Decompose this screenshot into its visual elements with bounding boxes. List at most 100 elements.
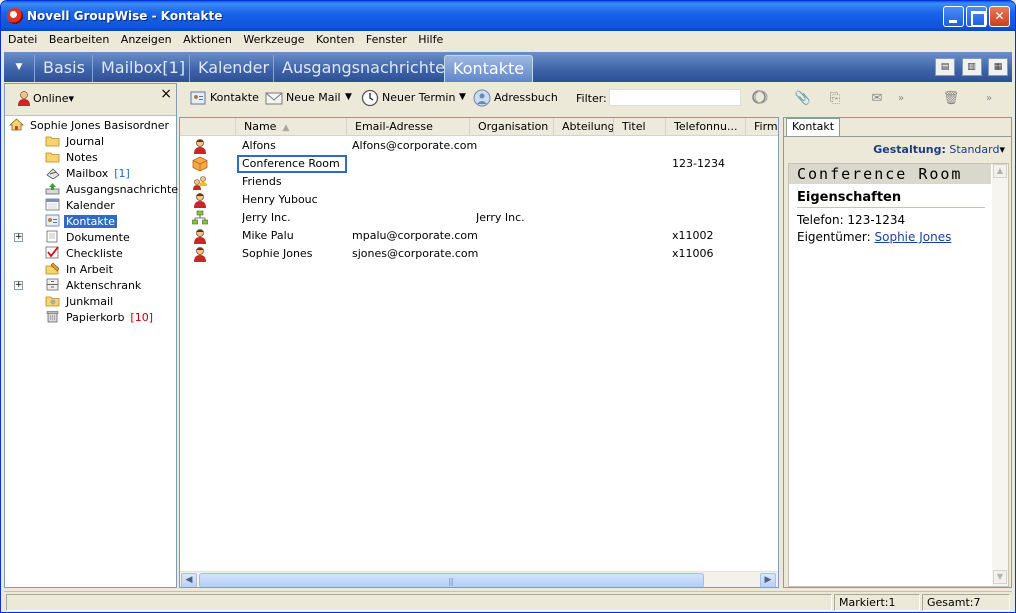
column-organisation[interactable]: Organisation <box>470 118 554 136</box>
preview-heading: Conference Room <box>789 164 991 184</box>
folder-item-mailbox[interactable]: Mailbox [1] <box>45 166 130 182</box>
folder-item-notes[interactable]: Notes <box>45 150 100 166</box>
column-icon[interactable] <box>180 118 236 136</box>
address-book-button[interactable]: Adressbuch <box>473 89 558 107</box>
folder-item-aktenschrank[interactable]: Aktenschrank <box>45 278 143 294</box>
cell-email: Alfons@corporate.com <box>352 139 478 152</box>
cell-phone: x11006 <box>672 247 714 260</box>
new-appointment-button[interactable]: Neuer Termin <box>361 89 455 107</box>
attach-icon[interactable]: 📎 <box>793 89 813 109</box>
minimize-button[interactable] <box>943 6 964 27</box>
tree-root-label: Sophie Jones Basisordner <box>30 119 170 132</box>
tree-root[interactable]: Sophie Jones Basisordner <box>9 118 171 134</box>
menu-konten[interactable]: Konten <box>312 31 358 46</box>
forward-icon[interactable]: ✉ <box>867 89 887 109</box>
person-icon <box>194 139 206 154</box>
expand-aktenschrank-icon[interactable]: + <box>14 281 23 290</box>
column-email[interactable]: Email-Adresse <box>347 118 470 136</box>
folder-item-journal[interactable]: Journal <box>45 134 106 150</box>
overflow-chevron-icon[interactable]: » <box>891 89 911 109</box>
column-company[interactable]: Firme <box>746 118 778 136</box>
tab-mailbox[interactable]: Mailbox[1] <box>92 55 193 82</box>
person-icon <box>194 229 206 244</box>
unread-count-badge: [1] <box>114 167 130 180</box>
online-mode-dropdown[interactable]: Online▾ <box>17 91 74 107</box>
view-tab-bar: ▼ Basis Mailbox[1] Kalender Ausgangsnach… <box>4 52 1012 82</box>
cell-name: Jerry Inc. <box>242 211 291 224</box>
contacts-button-label: Kontakte <box>210 91 259 104</box>
scrollbar-thumb[interactable]: ||| <box>199 573 704 587</box>
filter-input[interactable] <box>609 89 741 106</box>
scroll-up-icon[interactable]: ▲ <box>993 164 1007 178</box>
scroll-down-icon[interactable]: ▼ <box>993 570 1007 584</box>
layout-label: Gestaltung: <box>873 143 946 156</box>
column-name[interactable]: Name ▲ <box>236 118 347 136</box>
organization-icon <box>192 210 208 225</box>
menu-aktionen[interactable]: Aktionen <box>179 31 236 46</box>
table-row[interactable]: Sophie Jones sjones@corporate.com x11006 <box>180 245 778 263</box>
tab-ausgangsnachrichten[interactable]: Ausgangsnachrichten <box>273 55 463 82</box>
folder-item-checkliste[interactable]: Checkliste <box>45 246 125 262</box>
table-row[interactable]: Mike Palu mpalu@corporate.com x11002 <box>180 227 778 245</box>
cell-email: mpalu@corporate.com <box>352 229 478 242</box>
close-button[interactable]: ✕ <box>989 6 1010 27</box>
folder-panel-toolbar: Online▾ × <box>5 84 176 116</box>
folder-item-ausgangsnachrichten[interactable]: Ausgangsnachrichten <box>45 182 187 198</box>
contacts-button[interactable]: Kontakte <box>189 89 259 107</box>
table-row[interactable]: Henry Yubouc <box>180 191 778 209</box>
delete-icon[interactable]: 🗑 <box>941 89 961 109</box>
status-total: Gesamt:7 <box>922 594 1010 611</box>
new-mail-button[interactable]: Neue Mail <box>265 89 341 107</box>
new-mail-dropdown-icon[interactable]: ▼ <box>345 92 352 102</box>
tab-kontakt[interactable]: Kontakt <box>786 118 841 136</box>
layout-selector[interactable]: Gestaltung: Standard▾ <box>873 143 1005 156</box>
folder-label: In Arbeit <box>66 263 113 276</box>
menu-bearbeiten[interactable]: Bearbeiten <box>45 31 113 46</box>
folder-item-kontakte[interactable]: Kontakte <box>45 214 117 230</box>
attach-file-icon[interactable]: ⎘ <box>825 89 845 109</box>
menu-datei[interactable]: Datei <box>4 31 41 46</box>
folder-item-dokumente[interactable]: Dokumente <box>45 230 132 246</box>
new-appointment-dropdown-icon[interactable]: ▼ <box>459 92 466 102</box>
menu-fenster[interactable]: Fenster <box>362 31 411 46</box>
menu-anzeigen[interactable]: Anzeigen <box>117 31 176 46</box>
folder-item-kalender[interactable]: Kalender <box>45 198 117 214</box>
folder-panel: Online▾ × Sophie Jones Basisordner Journ… <box>4 83 185 588</box>
tab-menu-dropdown-icon[interactable]: ▼ <box>10 59 28 75</box>
column-title[interactable]: Titel <box>614 118 666 136</box>
preview-vertical-scrollbar[interactable]: ▲ ▼ <box>992 164 1008 586</box>
scroll-right-icon[interactable]: ▶ <box>760 573 776 587</box>
folder-label: Mailbox <box>66 167 109 180</box>
horizontal-scrollbar[interactable]: ◀ ||| ▶ <box>180 571 778 587</box>
close-panel-icon[interactable]: × <box>160 86 172 102</box>
calendar-view-icon[interactable]: ▦ <box>988 58 1008 76</box>
folder-item-junkmail[interactable]: Junkmail <box>45 294 115 310</box>
column-department[interactable]: Abteilung <box>554 118 614 136</box>
folder-item-papierkorb[interactable]: Papierkorb [10] <box>45 310 153 326</box>
folder-list-icon[interactable]: ▤ <box>935 58 955 76</box>
contact-card-icon <box>190 91 206 105</box>
owner-link[interactable]: Sophie Jones <box>875 230 952 244</box>
table-row[interactable]: Conference Room 123-1234 <box>180 155 778 173</box>
table-row[interactable]: Alfons Alfons@corporate.com <box>180 137 778 155</box>
column-phone[interactable]: Telefonnu... <box>666 118 746 136</box>
menu-hilfe[interactable]: Hilfe <box>414 31 447 46</box>
tab-kontakte[interactable]: Kontakte <box>444 55 534 82</box>
preview-pane-icon[interactable]: ▥ <box>961 58 982 76</box>
preview-toolbar: 📎 ⎘ ✉ » 🗑 » <box>783 83 1012 115</box>
title-bar[interactable]: Novell GroupWise - Kontakte ✕ <box>1 1 1015 31</box>
tab-kalender[interactable]: Kalender <box>189 55 277 82</box>
contact-preview: Conference Room Eigenschaften Telefon: 1… <box>788 163 1009 587</box>
cell-name[interactable]: Conference Room <box>237 155 347 173</box>
folder-item-in-arbeit[interactable]: In Arbeit <box>45 262 115 278</box>
maximize-button[interactable] <box>966 6 987 27</box>
table-row[interactable]: Friends <box>180 173 778 191</box>
scroll-left-icon[interactable]: ◀ <box>181 573 197 587</box>
preview-overflow-chevron-icon[interactable]: » <box>979 89 999 109</box>
table-row[interactable]: Jerry Inc. Jerry Inc. <box>180 209 778 227</box>
find-icon[interactable] <box>751 88 769 106</box>
tab-basis[interactable]: Basis <box>34 55 93 82</box>
expand-dokumente-icon[interactable]: + <box>14 233 23 242</box>
cell-phone: 123-1234 <box>672 157 725 170</box>
menu-werkzeuge[interactable]: Werkzeuge <box>239 31 308 46</box>
